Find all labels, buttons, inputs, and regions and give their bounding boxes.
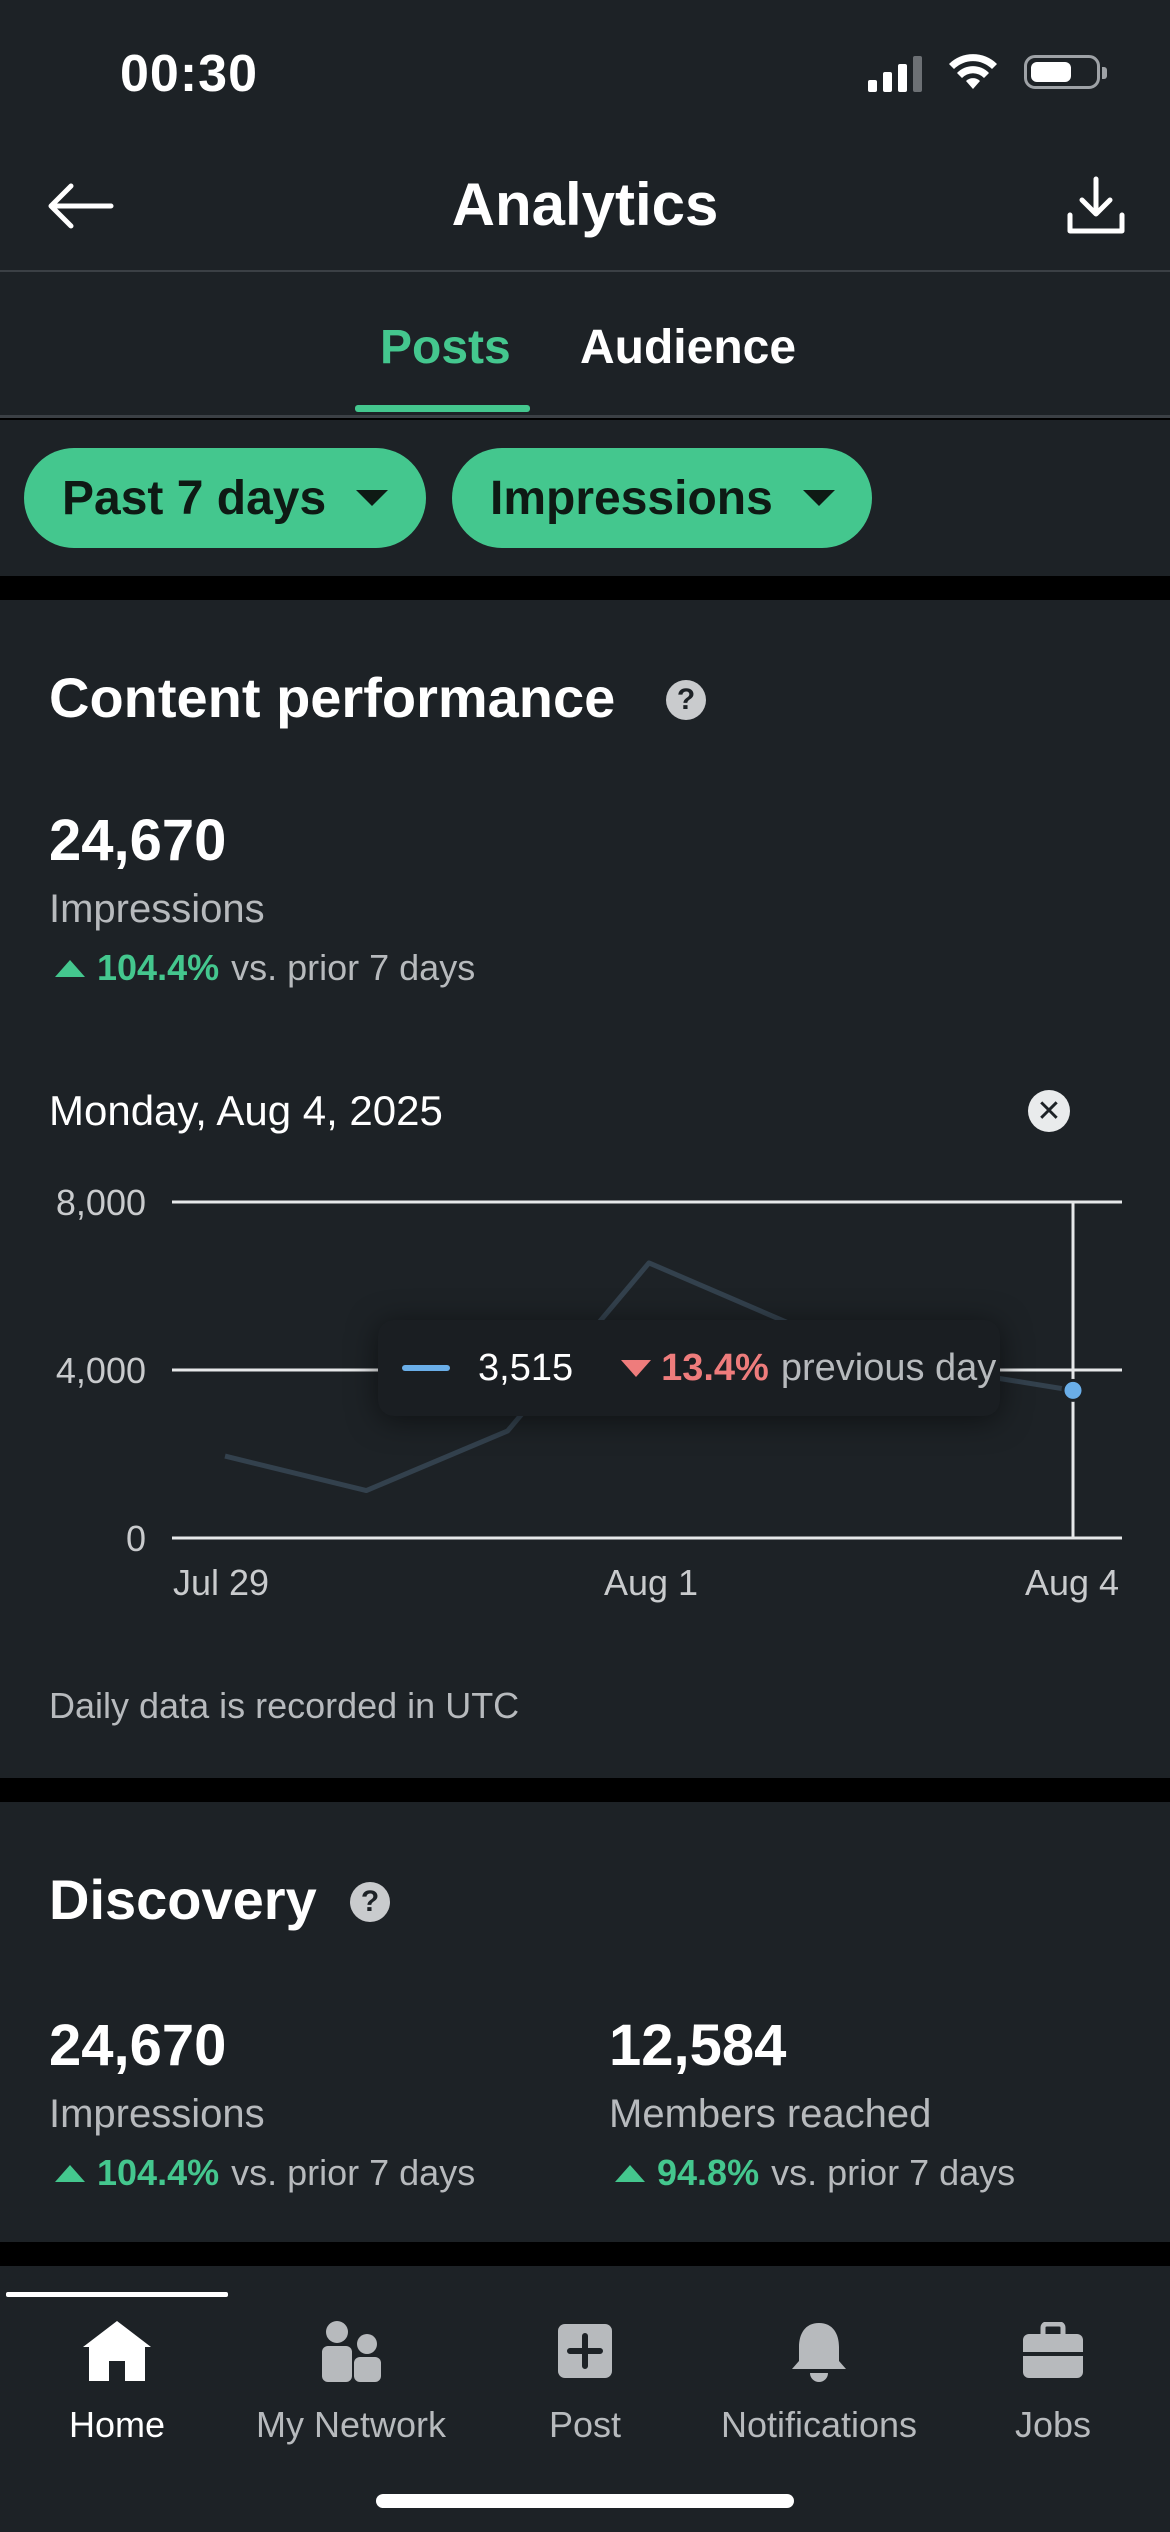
close-icon: ✕ [1036, 1094, 1062, 1128]
cellular-signal-icon [868, 52, 922, 92]
members-reached-value: 12,584 [609, 2013, 787, 2078]
tab-posts[interactable]: Posts [380, 320, 511, 375]
discovery-card: Discovery ? 24,670 Impressions 104.4% vs… [0, 1802, 1170, 2242]
download-button[interactable] [1060, 170, 1132, 242]
nav-label: My Network [255, 2404, 447, 2445]
selected-data-point [1061, 1378, 1085, 1402]
date-range-dropdown[interactable]: Past 7 days [24, 448, 426, 548]
change-percent: 94.8% [657, 2152, 760, 2193]
help-icon[interactable]: ? [350, 1882, 390, 1922]
bottom-navigation: Home My Network Post Notifications Jobs [0, 2266, 1170, 2532]
filter-bar: Past 7 days Impressions [0, 420, 1170, 576]
nav-label: Notifications [720, 2404, 918, 2445]
status-bar: 00:30 [0, 0, 1170, 140]
help-icon[interactable]: ? [666, 680, 706, 720]
impressions-value: 24,670 [49, 2013, 227, 2078]
series-swatch [402, 1365, 450, 1371]
change-text: vs. prior 7 days [231, 2152, 476, 2193]
x-tick-label: Jul 29 [173, 1562, 270, 1603]
battery-icon [1024, 55, 1107, 89]
trend-up-icon [55, 959, 85, 977]
impressions-label: Impressions [49, 2092, 265, 2136]
nav-jobs[interactable]: Jobs [936, 2306, 1170, 2446]
trend-up-icon [615, 2164, 645, 2182]
caret-down-icon [356, 490, 389, 506]
bell-icon [792, 2323, 846, 2382]
section-title: Discovery [49, 1868, 317, 1931]
home-icon [83, 2321, 151, 2381]
utc-footnote: Daily data is recorded in UTC [49, 1685, 520, 1726]
status-icons [868, 52, 1107, 92]
metric-label: Impressions [490, 471, 773, 525]
wifi-icon [949, 54, 997, 89]
members-reached-change: 94.8% vs. prior 7 days [615, 2152, 1015, 2194]
impressions-change: 104.4% vs. prior 7 days [55, 947, 475, 989]
download-icon [1067, 176, 1125, 234]
post-plus-icon [558, 2324, 612, 2378]
home-indicator [376, 2494, 794, 2508]
nav-label: Home [68, 2404, 166, 2445]
impressions-change: 104.4% vs. prior 7 days [55, 2152, 475, 2194]
date-range-label: Past 7 days [62, 471, 327, 525]
impressions-label: Impressions [49, 887, 265, 931]
change-text: vs. prior 7 days [231, 947, 476, 988]
briefcase-icon [1023, 2322, 1083, 2378]
active-tab-indicator [355, 405, 530, 412]
selected-date: Monday, Aug 4, 2025 [49, 1087, 443, 1134]
metric-dropdown[interactable]: Impressions [452, 448, 872, 548]
nav-home[interactable]: Home [0, 2306, 234, 2446]
change-text: vs. prior 7 days [771, 2152, 1016, 2193]
nav-label: Post [548, 2404, 622, 2445]
change-percent: 104.4% [97, 947, 220, 988]
caret-down-icon [802, 490, 835, 506]
x-tick-label: Aug 4 [1025, 1562, 1120, 1603]
change-percent: 104.4% [97, 2152, 220, 2193]
nav-label: Jobs [1014, 2404, 1092, 2445]
app-header: Analytics [0, 140, 1170, 272]
tooltip-change-percent: 13.4% [661, 1346, 769, 1389]
nav-notifications[interactable]: Notifications [702, 2306, 936, 2446]
tab-audience[interactable]: Audience [580, 320, 796, 375]
impressions-value: 24,670 [49, 808, 227, 873]
tab-bar: Posts Audience [0, 272, 1170, 418]
x-tick-label: Aug 1 [604, 1562, 699, 1603]
network-icon [322, 2321, 381, 2382]
content-performance-card: Content performance ? 24,670 Impressions… [0, 600, 1170, 1778]
members-reached-label: Members reached [609, 2092, 932, 2136]
tooltip-value: 3,515 [478, 1346, 574, 1389]
close-selection-button[interactable]: ✕ [1028, 1090, 1070, 1132]
chart-tooltip: 3,515 13.4% previous day [378, 1320, 1000, 1416]
trend-up-icon [55, 2164, 85, 2182]
page-title: Analytics [451, 171, 719, 238]
trend-down-icon [621, 1359, 652, 1377]
tooltip-change-text: previous day [780, 1346, 997, 1389]
active-nav-indicator [6, 2292, 228, 2297]
section-title: Content performance [49, 666, 616, 729]
nav-post[interactable]: Post [468, 2306, 702, 2446]
nav-my-network[interactable]: My Network [234, 2306, 468, 2446]
status-time: 00:30 [120, 45, 258, 103]
